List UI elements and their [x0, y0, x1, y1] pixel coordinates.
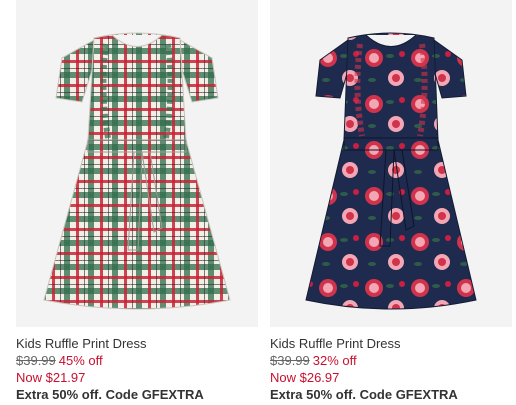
price-line: $39.99 32% off — [270, 352, 512, 369]
product-card[interactable]: Kids Ruffle Print Dress $39.99 32% off No… — [270, 0, 512, 405]
price-line: $39.99 45% off — [16, 352, 258, 369]
product-image[interactable] — [270, 0, 512, 327]
original-price: $39.99 — [16, 353, 56, 368]
product-name[interactable]: Kids Ruffle Print Dress — [270, 335, 512, 352]
promo-text: Extra 50% off. Code GFEXTRA — [16, 387, 204, 402]
sale-price: Now $26.97 — [270, 370, 340, 385]
discount-percent: 45% off — [58, 353, 103, 368]
promo-text: Extra 50% off. Code GFEXTRA — [270, 387, 458, 402]
product-card[interactable]: Kids Ruffle Print Dress $39.99 45% off No… — [16, 0, 258, 405]
original-price: $39.99 — [270, 353, 310, 368]
product-name[interactable]: Kids Ruffle Print Dress — [16, 335, 258, 352]
plaid-dress-image — [43, 32, 231, 310]
discount-percent: 32% off — [312, 353, 357, 368]
floral-dress-image — [305, 32, 477, 310]
sale-price: Now $21.97 — [16, 370, 86, 385]
product-image[interactable] — [16, 0, 258, 327]
